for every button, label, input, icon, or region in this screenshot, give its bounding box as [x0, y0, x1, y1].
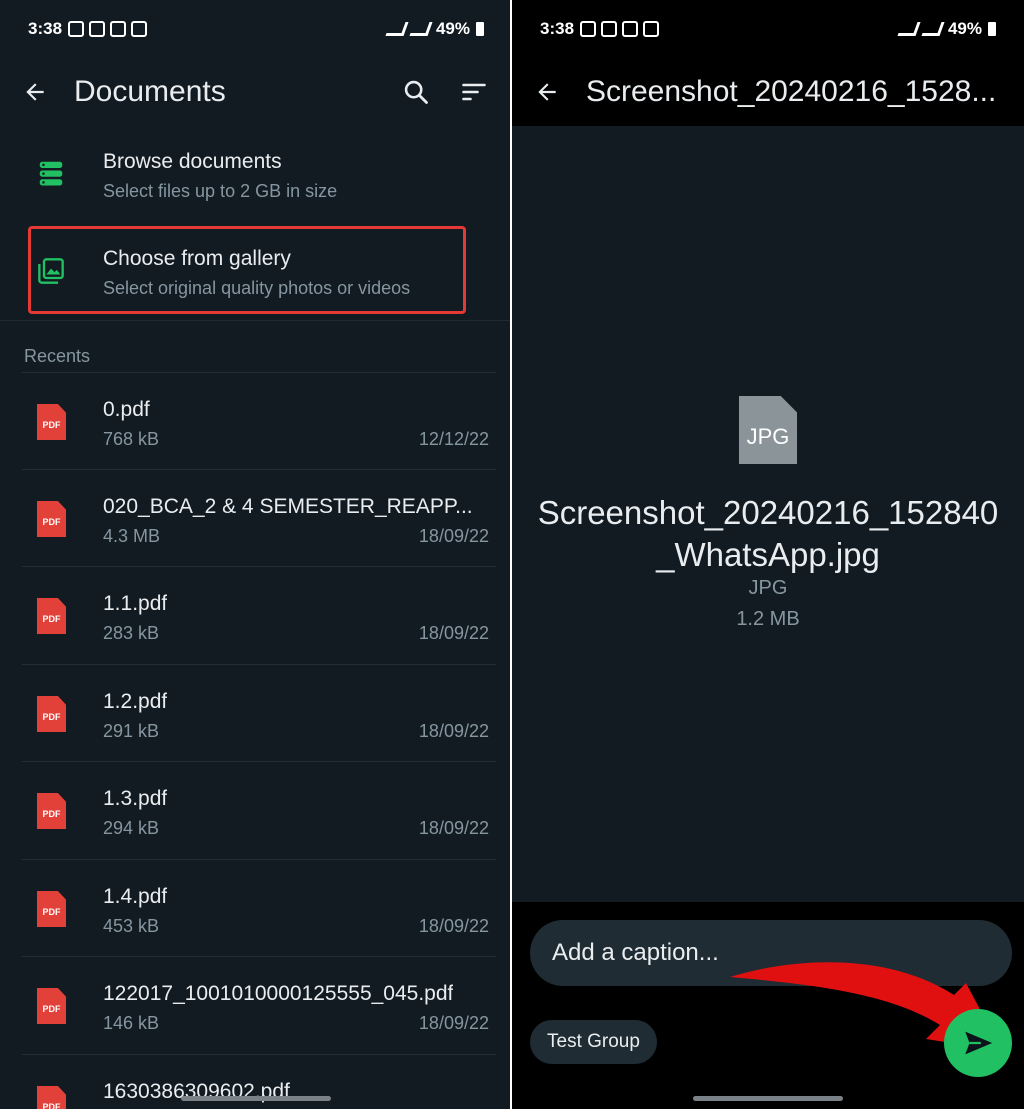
file-size: 146 kB — [103, 1013, 160, 1033]
status-bar: 3:38 49% — [0, 0, 512, 58]
browse-documents-subtitle: Select files up to 2 GB in size — [103, 181, 338, 201]
status-time: 3:38 — [28, 19, 63, 38]
file-item[interactable]: PDF 1.4.pdf 453 kB 18/09/22 — [0, 859, 512, 956]
divider — [22, 956, 496, 957]
sort-icon — [462, 83, 486, 101]
browse-documents-option[interactable]: Browse documents Select files up to 2 GB… — [0, 126, 512, 223]
file-date: 18/09/22 — [418, 623, 489, 643]
file-item[interactable]: PDF 0.pdf 768 kB 12/12/22 — [0, 372, 512, 469]
file-date: 18/09/22 — [418, 526, 489, 546]
file-size: 283 kB — [103, 623, 160, 643]
send-button[interactable] — [944, 1009, 1012, 1077]
signal-icon-2 — [409, 22, 433, 36]
pdf-icon: PDF — [37, 696, 66, 732]
highlight-box — [28, 226, 466, 314]
back-arrow-icon — [538, 83, 556, 101]
file-date: 18/09/22 — [418, 1013, 489, 1033]
pdf-icon: PDF — [37, 501, 66, 537]
status-time: 3:38 — [540, 19, 575, 38]
search-icon — [404, 80, 428, 104]
file-size: 294 kB — [103, 818, 160, 838]
app-bar: Screenshot_20240216_1528... — [512, 58, 1024, 126]
back-button[interactable] — [512, 58, 582, 126]
signal-icon-2 — [921, 22, 945, 36]
pdf-icon: PDF — [37, 598, 66, 634]
system-icons: 49% — [385, 19, 484, 39]
battery-icon — [476, 22, 484, 36]
pdf-icon: PDF — [37, 891, 66, 927]
document-send-screen: 3:38 49% Screenshot_20240216_1528... JPG… — [512, 0, 1024, 1109]
app-bar: Documents — [0, 58, 512, 126]
status-bar: 3:38 49% — [512, 0, 1024, 58]
file-size: 768 kB — [103, 429, 160, 449]
divider — [22, 1054, 496, 1055]
storage-icon — [39, 161, 63, 186]
pdf-icon: PDF — [37, 793, 66, 829]
home-indicator — [181, 1096, 331, 1101]
file-name: 1.3.pdf — [103, 787, 168, 810]
divider — [22, 566, 496, 567]
page-title: Documents — [74, 75, 226, 108]
divider — [22, 859, 496, 860]
pdf-icon: PDF — [37, 1086, 66, 1109]
file-date: 18/09/22 — [418, 721, 489, 741]
system-icons: 49% — [897, 19, 996, 39]
back-button[interactable] — [0, 58, 70, 126]
file-date: 18/09/22 — [418, 818, 489, 838]
notification-icons — [580, 21, 660, 37]
divider — [22, 664, 496, 665]
file-date: 12/12/22 — [418, 429, 489, 449]
divider — [22, 761, 496, 762]
battery-percent: 49% — [435, 19, 470, 38]
pdf-icon: PDF — [37, 404, 66, 440]
divider — [22, 372, 496, 373]
document-preview: JPG Screenshot_20240216_152840_WhatsApp.… — [512, 126, 1024, 902]
browse-documents-title: Browse documents — [103, 150, 282, 173]
signal-icon — [385, 22, 409, 36]
pdf-icon: PDF — [37, 988, 66, 1024]
file-name: 1.1.pdf — [103, 592, 168, 615]
recents-header: Recents — [24, 346, 91, 366]
battery-percent: 49% — [947, 19, 982, 38]
file-item[interactable]: PDF 1.3.pdf 294 kB 18/09/22 — [0, 761, 512, 858]
home-indicator — [693, 1096, 843, 1101]
notification-icons — [68, 21, 148, 37]
page-title: Screenshot_20240216_1528... — [586, 75, 997, 108]
search-button[interactable] — [400, 76, 432, 108]
file-name: 122017_1001010000125555_045.pdf — [103, 982, 454, 1005]
battery-icon — [988, 22, 996, 36]
file-item[interactable]: PDF 122017_1001010000125555_045.pdf 146 … — [0, 956, 512, 1053]
file-name: 1.4.pdf — [103, 885, 168, 908]
file-name: 0.pdf — [103, 398, 150, 421]
file-item[interactable]: PDF 020_BCA_2 & 4 SEMESTER_REAPP... 4.3 … — [0, 469, 512, 566]
file-size: 453 kB — [103, 916, 160, 936]
document-name: Screenshot_20240216_152840_WhatsApp.jpg — [537, 494, 999, 573]
sort-button[interactable] — [458, 76, 490, 108]
file-name: 1.2.pdf — [103, 690, 168, 713]
file-size: 291 kB — [103, 721, 160, 741]
file-name: 020_BCA_2 & 4 SEMESTER_REAPP... — [103, 495, 473, 518]
jpg-file-icon: JPG — [739, 396, 797, 464]
document-size: 1.2 MB — [736, 608, 800, 630]
send-icon — [965, 1031, 993, 1055]
recipient-chip[interactable]: Test Group — [530, 1020, 657, 1064]
file-date: 18/09/22 — [418, 916, 489, 936]
file-item[interactable]: PDF 1.1.pdf 283 kB 18/09/22 — [0, 566, 512, 663]
back-arrow-icon — [26, 83, 44, 101]
documents-picker-screen: 3:38 49% Documents Browse documents Sele… — [0, 0, 512, 1109]
divider — [22, 469, 496, 470]
file-size: 4.3 MB — [103, 526, 161, 546]
divider — [0, 320, 512, 321]
file-item[interactable]: PDF 1.2.pdf 291 kB 18/09/22 — [0, 664, 512, 761]
signal-icon — [897, 22, 921, 36]
document-type: JPG — [748, 577, 788, 599]
